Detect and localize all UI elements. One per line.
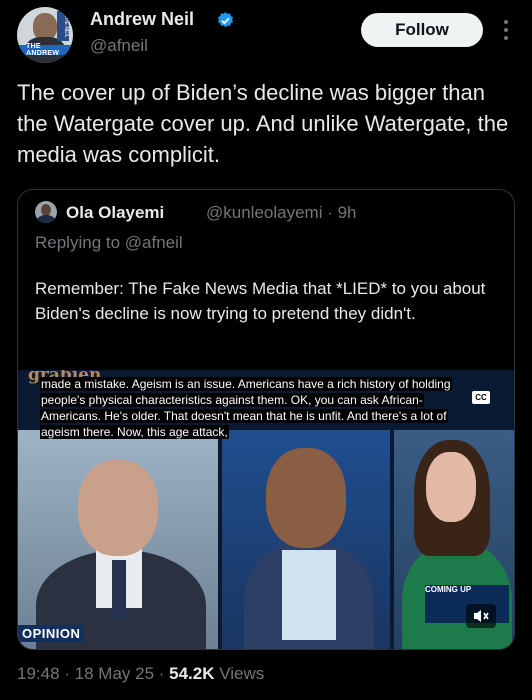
mute-icon[interactable] [466,604,496,628]
author-name[interactable]: Andrew Neil [90,9,194,30]
quoted-author-name[interactable]: Ola Olayemi [66,203,164,223]
views-count: 54.2K [169,664,215,683]
quoted-text: Remember: The Fake News Media that *LIED… [35,279,486,323]
cc-button[interactable]: CC [472,391,490,404]
video-panel-left [18,430,218,649]
quoted-avatar[interactable] [35,201,57,223]
quoted-time[interactable]: · 9h [327,203,356,222]
views-label: Views [214,664,265,683]
more-options-icon[interactable] [500,16,512,46]
avatar-tag: THE ANDREW [26,43,60,57]
avatar-sign: THE NEIL [57,11,69,41]
verified-badge-icon [217,12,234,28]
tweet-text: The cover up of Biden’s decline was bigg… [17,80,509,167]
quoted-author-meta[interactable]: @kunleolayemi · 9h [206,203,357,223]
tweet-time[interactable]: 19:48 · 18 May 25 · [17,664,169,683]
author-handle[interactable]: @afneil [90,36,148,56]
video-caption-text: made a mistake. Ageism is an issue. Amer… [40,377,452,439]
quoted-handle[interactable]: @kunleolayemi [206,203,322,222]
quoted-tweet[interactable]: Ola Olayemi @kunleolayemi · 9h Replying … [17,189,515,650]
follow-button[interactable]: Follow [361,13,483,47]
video-captions: made a mistake. Ageism is an issue. Amer… [40,376,466,440]
tweet-metadata: 19:48 · 18 May 25 · 54.2K Views [17,664,264,684]
opinion-tag: OPINION [18,625,85,642]
author-avatar[interactable]: THE ANDREW THE NEIL [17,7,73,63]
quoted-reply-to[interactable]: Replying to @afneil [35,233,183,253]
video-panel-center [222,430,390,649]
quoted-video[interactable]: grabien made a mistake. Ageism is an iss… [18,370,514,649]
